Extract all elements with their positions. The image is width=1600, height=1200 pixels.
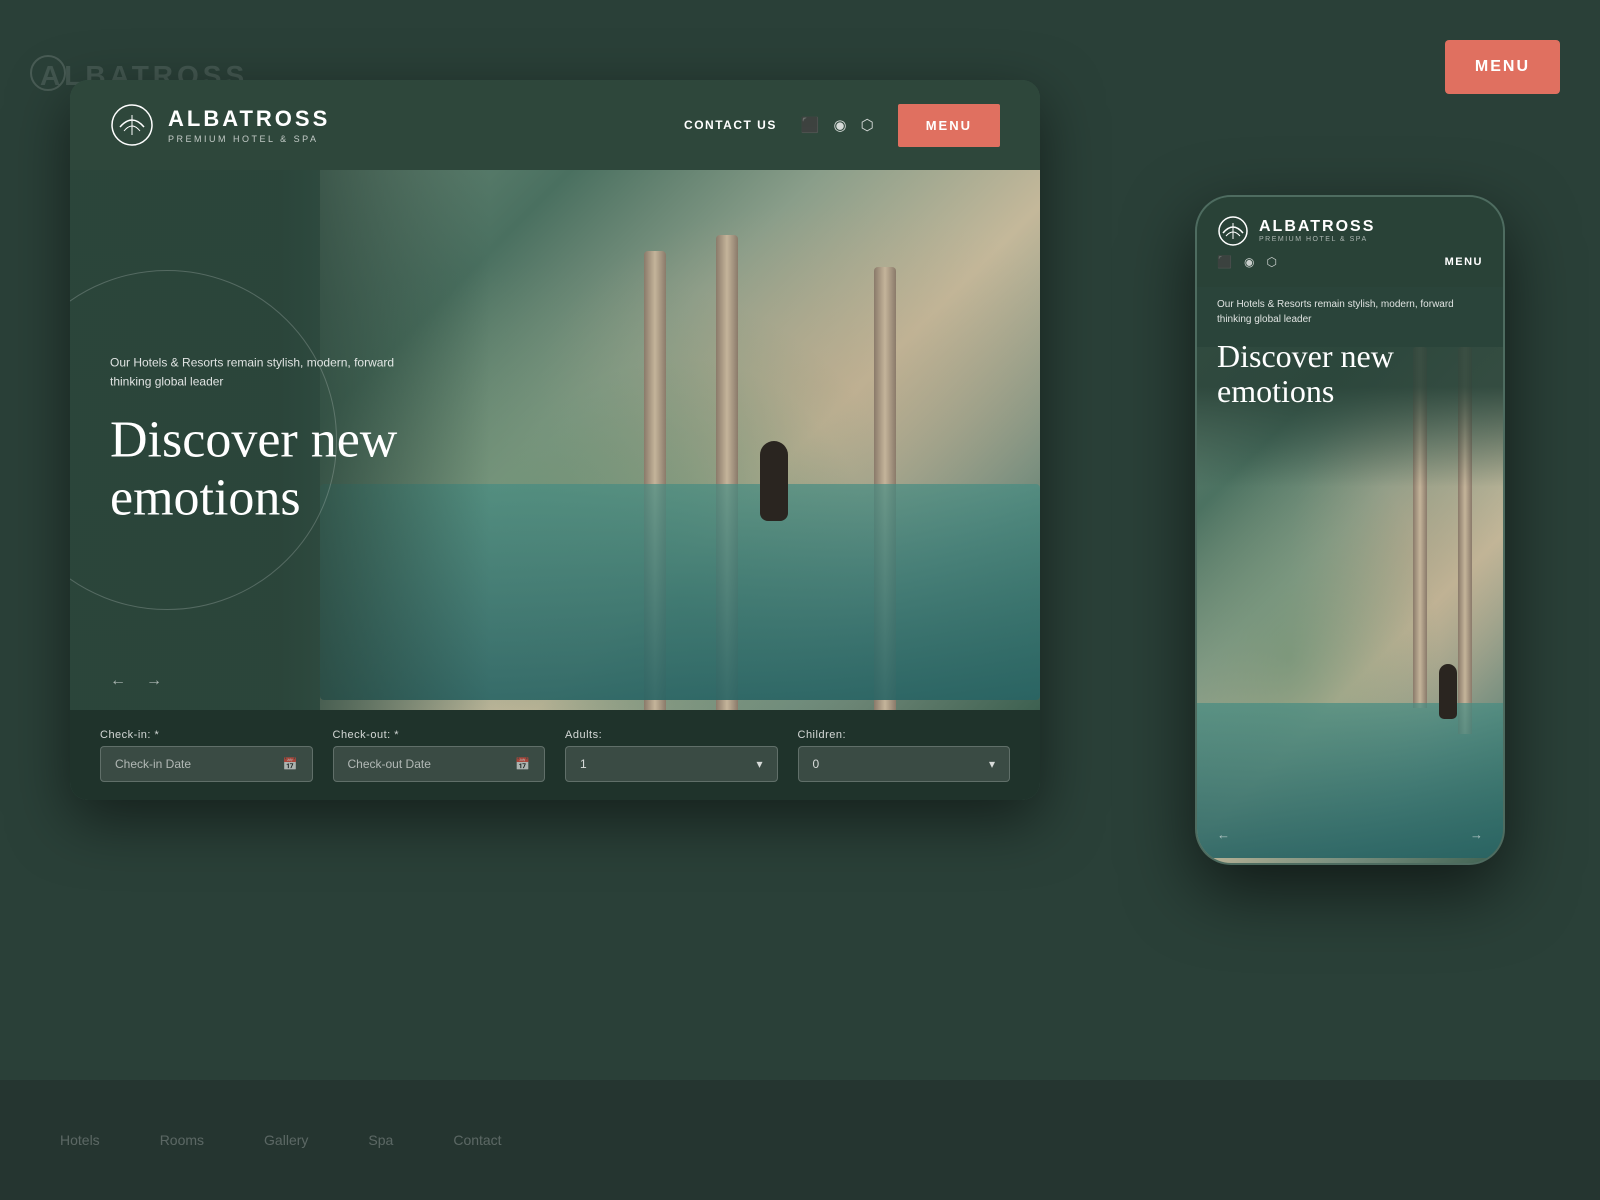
children-chevron-icon: ▾: [989, 757, 995, 771]
desktop-hero-content: Our Hotels & Resorts remain stylish, mod…: [110, 354, 430, 527]
children-field: Children: 0 ▾: [798, 729, 1011, 782]
bg-bottom-item-2: Rooms: [160, 1132, 204, 1148]
desktop-hero-title: Discover new emotions: [110, 412, 430, 526]
checkout-calendar-icon: 📅: [515, 757, 530, 771]
desktop-hero: Our Hotels & Resorts remain stylish, mod…: [70, 170, 1040, 710]
bg-bottom-item-3: Gallery: [264, 1132, 308, 1148]
desktop-navbar: ALBATROSS PREMIUM HOTEL & SPA CONTACT US…: [70, 80, 1040, 170]
children-label: Children:: [798, 729, 1011, 741]
mobile-mockup: ALBATROSS PREMIUM HOTEL & SPA ⬛ ◉ ⬡ MENU: [1195, 195, 1505, 865]
mobile-hero-subtitle: Our Hotels & Resorts remain stylish, mod…: [1217, 297, 1483, 327]
mobile-menu-button[interactable]: MENU: [1445, 256, 1483, 268]
desktop-booking-bar: Check-in: * Check-in Date 📅 Check-out: *…: [70, 710, 1040, 800]
desktop-logo: ALBATROSS PREMIUM HOTEL & SPA: [110, 103, 330, 147]
desktop-logo-title: ALBATROSS: [168, 106, 330, 132]
desktop-contact-link[interactable]: CONTACT US: [684, 118, 777, 132]
foursquare-icon[interactable]: ⬛: [801, 116, 820, 135]
bg-menu-button[interactable]: MENU: [1445, 40, 1560, 94]
mobile-logo-icon: [1217, 215, 1249, 247]
checkout-label: Check-out: *: [333, 729, 546, 741]
mobile-nav-bottom: ⬛ ◉ ⬡ MENU: [1217, 255, 1483, 270]
desktop-hero-arrows: ← →: [110, 672, 162, 690]
mobile-arrow-left[interactable]: ←: [1217, 827, 1230, 843]
desktop-arrow-left[interactable]: ←: [110, 672, 126, 690]
checkin-label: Check-in: *: [100, 729, 313, 741]
desktop-menu-button[interactable]: MENU: [898, 104, 1000, 147]
adults-select[interactable]: 1 ▾: [565, 746, 778, 782]
bg-bottom-item-1: Hotels: [60, 1132, 100, 1148]
bg-bottom-item-4: Spa: [368, 1132, 393, 1148]
checkout-placeholder: Check-out Date: [348, 757, 431, 771]
desktop-hero-title-line2: emotions: [110, 469, 301, 526]
mobile-foursquare-icon[interactable]: ⬛: [1217, 255, 1232, 270]
mobile-logo-title: ALBATROSS: [1259, 218, 1375, 236]
mobile-logo-subtitle: PREMIUM HOTEL & SPA: [1259, 236, 1375, 243]
desktop-mockup: ALBATROSS PREMIUM HOTEL & SPA CONTACT US…: [70, 80, 1040, 800]
adults-value: 1: [580, 757, 587, 771]
mobile-tripadvisor-icon[interactable]: ◉: [1244, 255, 1254, 270]
mobile-social-icons: ⬛ ◉ ⬡: [1217, 255, 1277, 270]
desktop-nav-right: CONTACT US ⬛ ◉ ⬡ MENU: [684, 104, 1000, 147]
tripadvisor-icon[interactable]: ◉: [834, 116, 847, 135]
mobile-hero: Our Hotels & Resorts remain stylish, mod…: [1197, 287, 1503, 863]
checkin-input[interactable]: Check-in Date 📅: [100, 746, 313, 782]
desktop-logo-icon: [110, 103, 154, 147]
checkin-placeholder: Check-in Date: [115, 757, 191, 771]
checkout-field: Check-out: * Check-out Date 📅: [333, 729, 546, 782]
mobile-hero-title: Discover new emotions: [1217, 339, 1483, 409]
hero-person: [760, 441, 788, 521]
desktop-hero-subtitle: Our Hotels & Resorts remain stylish, mod…: [110, 354, 430, 392]
mobile-logo-text-block: ALBATROSS PREMIUM HOTEL & SPA: [1259, 218, 1375, 243]
adults-chevron-icon: ▾: [756, 757, 762, 771]
mobile-hero-title-line1: Discover new: [1217, 338, 1394, 374]
checkin-calendar-icon: 📅: [283, 757, 298, 771]
mobile-navbar: ALBATROSS PREMIUM HOTEL & SPA ⬛ ◉ ⬡ MENU: [1197, 197, 1503, 287]
mobile-person: [1439, 664, 1457, 719]
bg-bottom-item-5: Contact: [453, 1132, 501, 1148]
checkin-field: Check-in: * Check-in Date 📅: [100, 729, 313, 782]
mobile-hero-content: Our Hotels & Resorts remain stylish, mod…: [1217, 297, 1483, 409]
children-value: 0: [813, 757, 820, 771]
checkout-input[interactable]: Check-out Date 📅: [333, 746, 546, 782]
mobile-arrow-right[interactable]: →: [1470, 827, 1483, 843]
desktop-logo-text-block: ALBATROSS PREMIUM HOTEL & SPA: [168, 106, 330, 144]
background-bottom-bar: Hotels Rooms Gallery Spa Contact: [0, 1080, 1600, 1200]
adults-field: Adults: 1 ▾: [565, 729, 778, 782]
mobile-instagram-icon[interactable]: ⬡: [1266, 255, 1276, 270]
desktop-hero-title-line1: Discover new: [110, 412, 397, 469]
desktop-logo-subtitle: PREMIUM HOTEL & SPA: [168, 134, 330, 144]
desktop-social-icons: ⬛ ◉ ⬡: [801, 116, 874, 135]
adults-label: Adults:: [565, 729, 778, 741]
mobile-hero-arrows: ← →: [1217, 827, 1483, 843]
mobile-hero-title-line2: emotions: [1217, 373, 1334, 409]
desktop-arrow-right[interactable]: →: [146, 672, 162, 690]
children-select[interactable]: 0 ▾: [798, 746, 1011, 782]
instagram-icon[interactable]: ⬡: [861, 116, 874, 135]
mobile-nav-top: ALBATROSS PREMIUM HOTEL & SPA: [1217, 215, 1483, 247]
